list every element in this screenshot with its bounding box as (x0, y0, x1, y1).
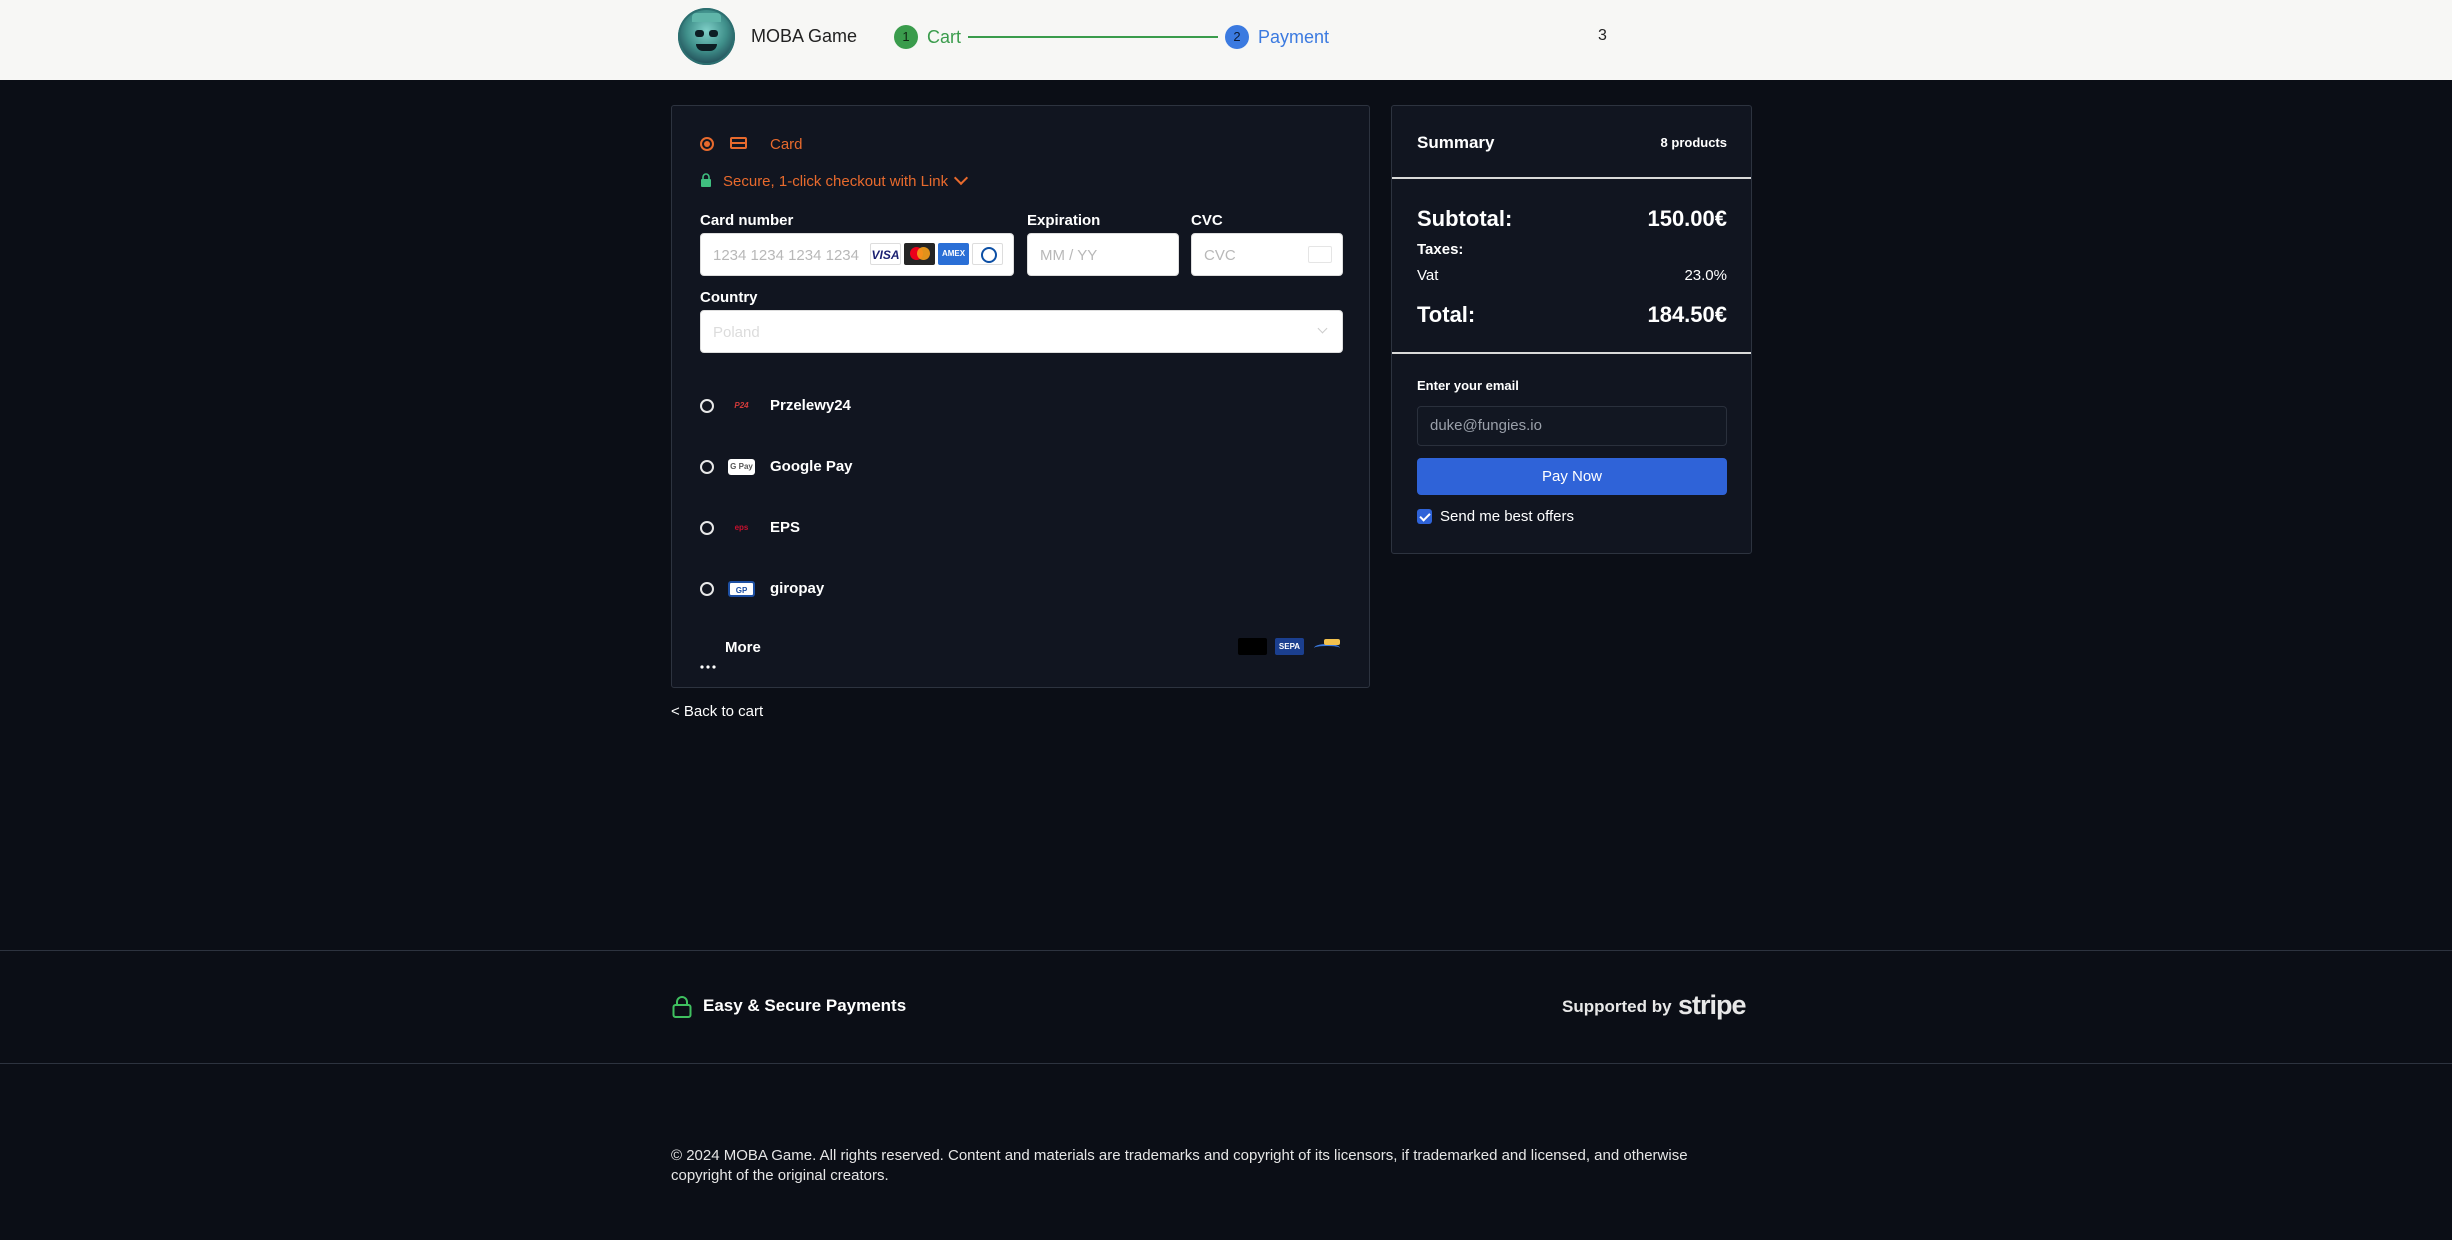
cart-count[interactable]: 3 (1598, 27, 1607, 45)
copyright-text: © 2024 MOBA Game. All rights reserved. C… (671, 1147, 1688, 1184)
cvc-input[interactable]: CVC (1191, 233, 1343, 276)
payment-panel: Card Secure, 1-click checkout with Link … (671, 105, 1370, 688)
top-bar: MOBA Game 1 Cart 2 Payment 3 (0, 0, 2452, 80)
credit-card-icon (730, 137, 747, 149)
email-label: Enter your email (1417, 378, 1519, 393)
card-method-label[interactable]: Card (770, 136, 803, 153)
expiration-label: Expiration (1027, 212, 1101, 229)
secure-payments-text: Easy & Secure Payments (703, 996, 907, 1015)
country-value: Poland (713, 324, 760, 341)
order-summary: Summary 8 products Subtotal: 150.00€ Tax… (1391, 105, 1752, 554)
ideal-logo-icon (1312, 638, 1341, 655)
card-radio[interactable] (700, 137, 714, 151)
more-dots-icon[interactable] (700, 653, 716, 674)
cvc-placeholder: CVC (1204, 247, 1236, 264)
step-payment: Payment (1258, 27, 1330, 47)
expiration-input[interactable]: MM / YY (1027, 233, 1179, 276)
method-label: giropay (770, 580, 825, 597)
mastercard-icon (904, 243, 935, 265)
summary-divider (1392, 177, 1751, 179)
step-2-dot: 2 (1225, 25, 1249, 49)
card-brand-logos: VISA AMEX (870, 243, 1003, 267)
method-label: Przelewy24 (770, 397, 851, 414)
step-cart[interactable]: Cart (927, 27, 961, 48)
chevron-down-icon[interactable] (953, 170, 969, 186)
vat-label: Vat (1417, 267, 1439, 284)
sepa-logo-icon: SEPA (1275, 638, 1304, 655)
back-to-cart-link[interactable]: < Back to cart (671, 703, 763, 720)
giropay-icon: GP (728, 581, 755, 597)
subtotal-value: 150.00€ (1647, 206, 1727, 231)
more-methods-button[interactable]: More (725, 639, 761, 656)
email-input[interactable]: duke@fungies.io (1417, 406, 1727, 446)
cvc-label: CVC (1191, 212, 1223, 229)
lock-icon (701, 173, 711, 187)
cvc-card-icon (1308, 246, 1332, 263)
footer-divider (0, 1063, 2452, 1064)
subtotal-label: Subtotal: (1417, 206, 1513, 231)
eps-radio[interactable] (700, 521, 714, 535)
diners-icon (972, 243, 1003, 265)
offers-label[interactable]: Send me best offers (1440, 508, 1574, 525)
visa-icon: VISA (870, 243, 901, 265)
card-number-label: Card number (700, 212, 794, 229)
google-pay-radio[interactable] (700, 460, 714, 474)
bank-logo-icon (1238, 638, 1267, 655)
more-method-logos: SEPA (1238, 638, 1341, 655)
step-1-dot: 1 (894, 25, 918, 49)
vat-value: 23.0% (1684, 267, 1727, 284)
card-number-placeholder: 1234 1234 1234 1234 (713, 247, 859, 264)
giropay-radio[interactable] (700, 582, 714, 596)
supported-by-text: Supported by (1562, 997, 1672, 1016)
summary-title: Summary (1417, 133, 1495, 152)
total-label: Total: (1417, 302, 1476, 327)
lock-icon (672, 996, 692, 1018)
expiration-placeholder: MM / YY (1040, 247, 1098, 264)
total-value: 184.50€ (1647, 302, 1727, 327)
brand-name: MOBA Game (751, 26, 858, 46)
link-checkout-toggle[interactable]: Secure, 1-click checkout with Link (723, 173, 948, 190)
eps-icon: eps (734, 523, 749, 532)
country-label: Country (700, 289, 758, 306)
country-select[interactable]: Poland (700, 310, 1343, 353)
offers-checkbox[interactable] (1417, 509, 1432, 524)
footer-divider (0, 950, 2452, 951)
product-count: 8 products (1660, 135, 1727, 150)
card-number-input[interactable]: 1234 1234 1234 1234 VISA AMEX (700, 233, 1014, 276)
method-label: EPS (770, 519, 801, 536)
chevron-down-icon (1317, 323, 1328, 334)
google-pay-icon: G Pay (728, 459, 755, 475)
amex-icon: AMEX (938, 243, 969, 265)
game-logo-icon[interactable] (678, 8, 735, 65)
stripe-logo[interactable]: stripe (1678, 990, 1747, 1021)
przelewy24-radio[interactable] (700, 399, 714, 413)
step-progress-line (968, 36, 1218, 38)
taxes-label: Taxes: (1417, 241, 1464, 258)
email-placeholder: duke@fungies.io (1430, 417, 1542, 434)
pay-now-button[interactable]: Pay Now (1417, 458, 1727, 495)
method-label: Google Pay (770, 458, 853, 475)
summary-divider (1392, 352, 1751, 354)
przelewy24-icon: P24 (734, 401, 749, 410)
